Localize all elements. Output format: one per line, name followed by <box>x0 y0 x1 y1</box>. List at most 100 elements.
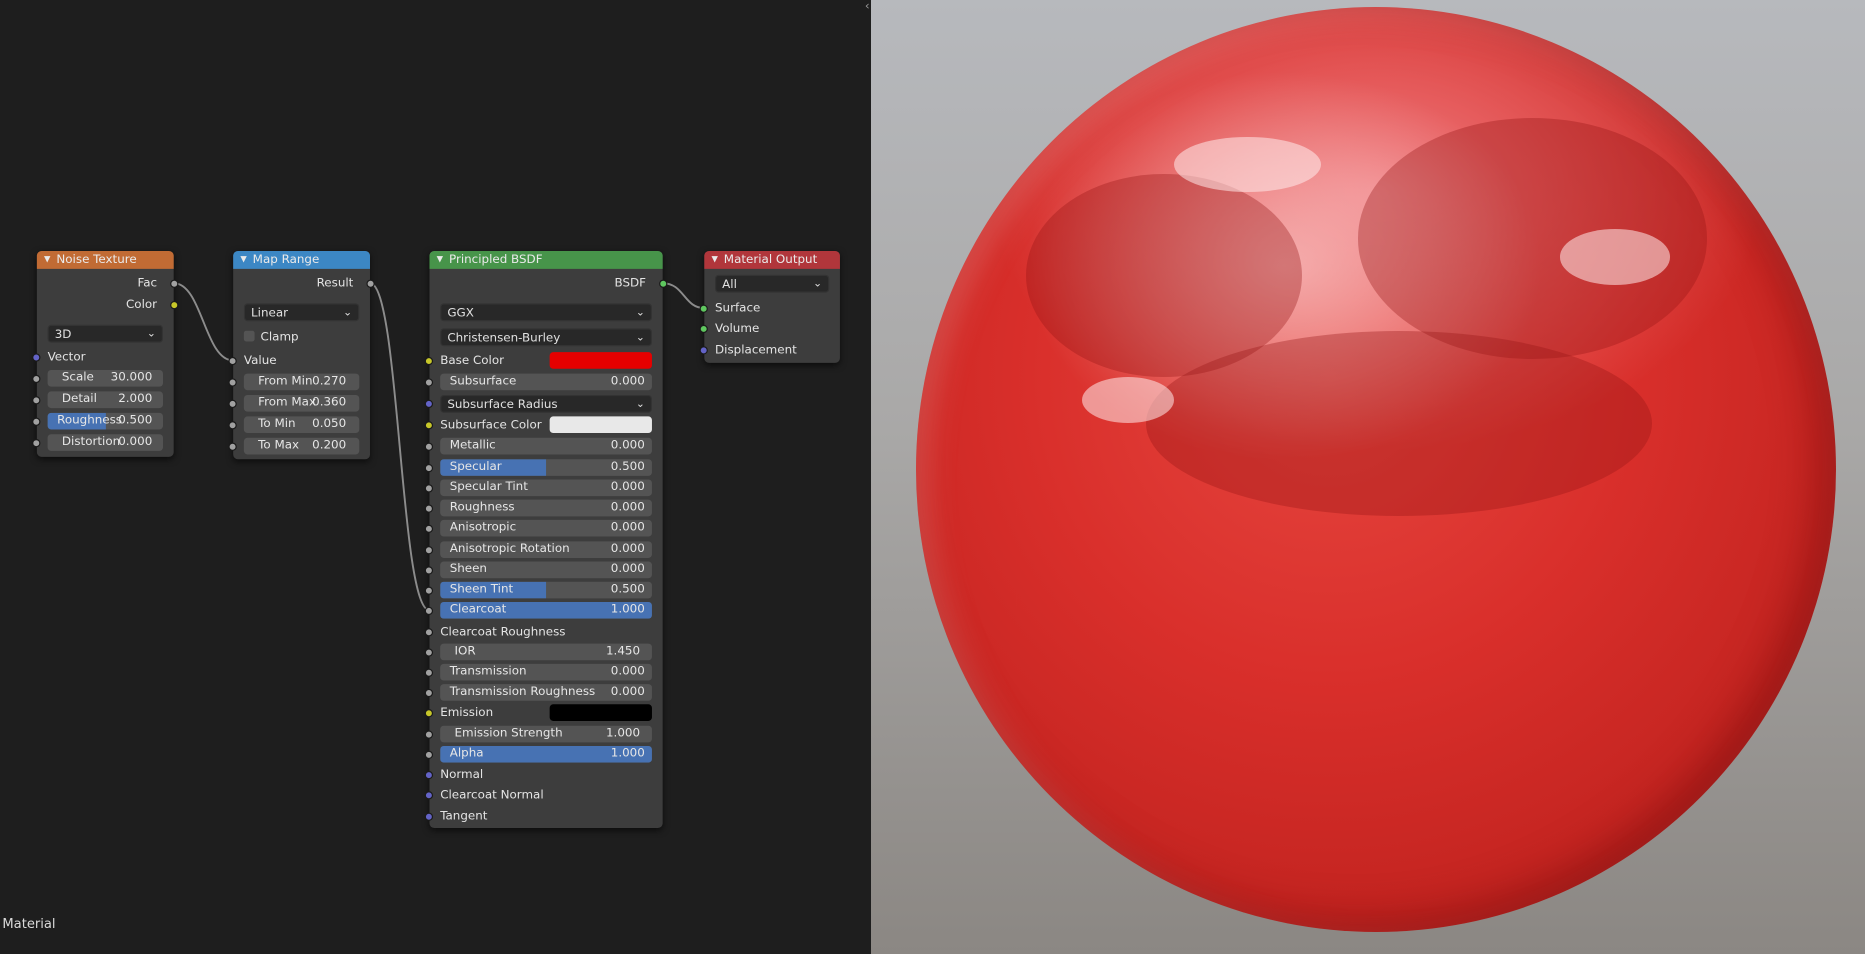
scale-field[interactable]: Scale 30.000 <box>47 369 163 387</box>
roughness-field[interactable]: Roughness 0.000 <box>440 499 652 517</box>
socket-specular[interactable] <box>424 463 434 473</box>
subsurface-field[interactable]: Subsurface 0.000 <box>440 373 652 391</box>
material-preview-viewport[interactable] <box>871 0 1865 954</box>
target-dropdown[interactable]: All ⌄ <box>715 274 830 293</box>
clearcoat-slider[interactable]: Clearcoat 1.000 <box>440 601 652 619</box>
from-min-field[interactable]: From Min 0.270 <box>243 373 360 391</box>
interpolation-dropdown[interactable]: Linear ⌄ <box>243 303 360 322</box>
map-range-header[interactable]: ▼ Map Range <box>233 251 370 269</box>
ior-field[interactable]: IOR 1.450 <box>440 643 652 661</box>
socket-transmission-roughness[interactable] <box>424 688 434 698</box>
socket-to-max[interactable] <box>228 442 237 451</box>
socket-from-min[interactable] <box>228 378 237 387</box>
socket-subsurface[interactable] <box>424 378 434 387</box>
principled-bsdf-header[interactable]: ▼ Principled BSDF <box>429 251 663 269</box>
socket-roughness[interactable] <box>424 504 434 513</box>
base-color-swatch[interactable] <box>549 352 652 369</box>
socket-tangent[interactable] <box>424 812 434 821</box>
specular-tint-field[interactable]: Specular Tint 0.000 <box>440 479 652 497</box>
from-max-field[interactable]: From Max 0.360 <box>243 394 360 412</box>
socket-volume[interactable] <box>699 324 708 334</box>
socket-emission[interactable] <box>424 709 434 718</box>
socket-metallic[interactable] <box>424 442 434 451</box>
noise-texture-node[interactable]: ▼ Noise Texture Fac Color 3D ⌄ Vector Sc… <box>32 251 179 457</box>
socket-base-color[interactable] <box>424 356 434 366</box>
alpha-slider[interactable]: Alpha 1.000 <box>440 745 652 763</box>
to-min-field[interactable]: To Min 0.050 <box>243 416 360 434</box>
socket-distortion[interactable] <box>32 438 41 448</box>
socket-result[interactable] <box>366 279 375 288</box>
socket-to-min[interactable] <box>228 421 237 430</box>
socket-displacement[interactable] <box>699 346 708 355</box>
field-label: To Min <box>258 417 296 431</box>
material-output-header[interactable]: ▼ Material Output <box>704 251 840 269</box>
socket-normal[interactable] <box>424 770 434 780</box>
socket-value[interactable] <box>228 356 237 366</box>
emission-color-swatch[interactable] <box>549 704 652 721</box>
shader-node-editor[interactable]: ▼ Noise Texture Fac Color 3D ⌄ Vector Sc… <box>0 0 871 954</box>
blender-workspace: ▼ Noise Texture Fac Color 3D ⌄ Vector Sc… <box>0 0 1865 954</box>
noise-texture-header[interactable]: ▼ Noise Texture <box>36 251 174 269</box>
subsurface-radius-dropdown[interactable]: Subsurface Radius ⌄ <box>440 394 652 413</box>
anisotropic-field[interactable]: Anisotropic 0.000 <box>440 519 652 537</box>
detail-field[interactable]: Detail 2.000 <box>47 391 163 409</box>
collapse-triangle-icon[interactable]: ▼ <box>240 255 246 265</box>
socket-anisotropic[interactable] <box>424 524 434 533</box>
metallic-field[interactable]: Metallic 0.000 <box>440 437 652 455</box>
socket-roughness[interactable] <box>32 417 41 426</box>
socket-clearcoat-normal[interactable] <box>424 791 434 800</box>
clamp-checkbox[interactable]: Clamp <box>243 328 299 346</box>
socket-color[interactable] <box>170 300 179 310</box>
principled-bsdf-node[interactable]: ▼ Principled BSDF BSDF GGX ⌄ Christensen-B… <box>424 251 668 829</box>
link-result-to-clearcoat <box>369 282 430 612</box>
socket-fac[interactable] <box>170 279 179 288</box>
socket-ior[interactable] <box>424 648 434 657</box>
transmission-field[interactable]: Transmission 0.000 <box>440 663 652 681</box>
transmission-roughness-field[interactable]: Transmission Roughness 0.000 <box>440 684 652 701</box>
field-value: 1.450 <box>605 644 641 658</box>
subsurface-method-dropdown[interactable]: Christensen-Burley ⌄ <box>440 328 652 347</box>
socket-surface[interactable] <box>699 304 708 313</box>
distortion-field[interactable]: Distortion 0.000 <box>47 434 163 451</box>
socket-clearcoat[interactable] <box>424 606 434 616</box>
sheen-field[interactable]: Sheen 0.000 <box>440 561 652 579</box>
socket-from-max[interactable] <box>228 399 237 409</box>
socket-subsurface-color[interactable] <box>424 421 434 430</box>
socket-anisotropic-rotation[interactable] <box>424 546 434 555</box>
collapse-triangle-icon[interactable]: ▼ <box>711 255 717 265</box>
distribution-row: GGX ⌄ <box>429 303 662 322</box>
socket-sheen-tint[interactable] <box>424 586 434 595</box>
socket-sheen[interactable] <box>424 566 434 575</box>
field-label: Specular <box>449 460 502 474</box>
socket-detail[interactable] <box>32 396 41 405</box>
socket-specular-tint[interactable] <box>424 484 434 493</box>
socket-scale[interactable] <box>32 374 41 384</box>
socket-vector[interactable] <box>32 353 41 362</box>
reflection-patch <box>1146 330 1652 516</box>
socket-bsdf[interactable] <box>659 279 668 288</box>
socket-transmission[interactable] <box>424 668 434 677</box>
to-max-field[interactable]: To Max 0.200 <box>243 437 360 455</box>
roughness-slider[interactable]: Roughness 0.500 <box>47 412 163 430</box>
input-sheen-tint: Sheen Tint 0.500 <box>424 581 662 600</box>
distribution-dropdown[interactable]: GGX ⌄ <box>440 303 652 322</box>
socket-clearcoat-roughness[interactable] <box>424 628 434 637</box>
anisotropic-rotation-field[interactable]: Anisotropic Rotation 0.000 <box>440 541 652 558</box>
target-row: All ⌄ <box>704 274 840 293</box>
map-range-node[interactable]: ▼ Map Range Result Linear ⌄ Clamp Value … <box>228 251 375 460</box>
specular-slider[interactable]: Specular 0.500 <box>440 459 652 476</box>
checkbox-box[interactable] <box>243 330 255 342</box>
socket-alpha[interactable] <box>424 750 434 760</box>
input-transmission: Transmission 0.000 <box>424 663 662 682</box>
sheen-tint-slider[interactable]: Sheen Tint 0.500 <box>440 581 652 599</box>
collapse-triangle-icon[interactable]: ▼ <box>44 255 50 265</box>
material-output-node[interactable]: ▼ Material Output All ⌄ Surface Volume Dis… <box>699 251 840 363</box>
collapse-triangle-icon[interactable]: ▼ <box>437 255 443 265</box>
subsurface-color-swatch[interactable] <box>549 416 652 434</box>
socket-subsurface-radius[interactable] <box>424 399 434 409</box>
chevron-left-icon[interactable]: ‹ <box>858 0 871 14</box>
dimension-dropdown[interactable]: 3D ⌄ <box>47 324 163 343</box>
input-sheen: Sheen 0.000 <box>424 561 662 580</box>
socket-emission-strength[interactable] <box>424 730 434 739</box>
emission-strength-field[interactable]: Emission Strength 1.000 <box>440 725 652 743</box>
